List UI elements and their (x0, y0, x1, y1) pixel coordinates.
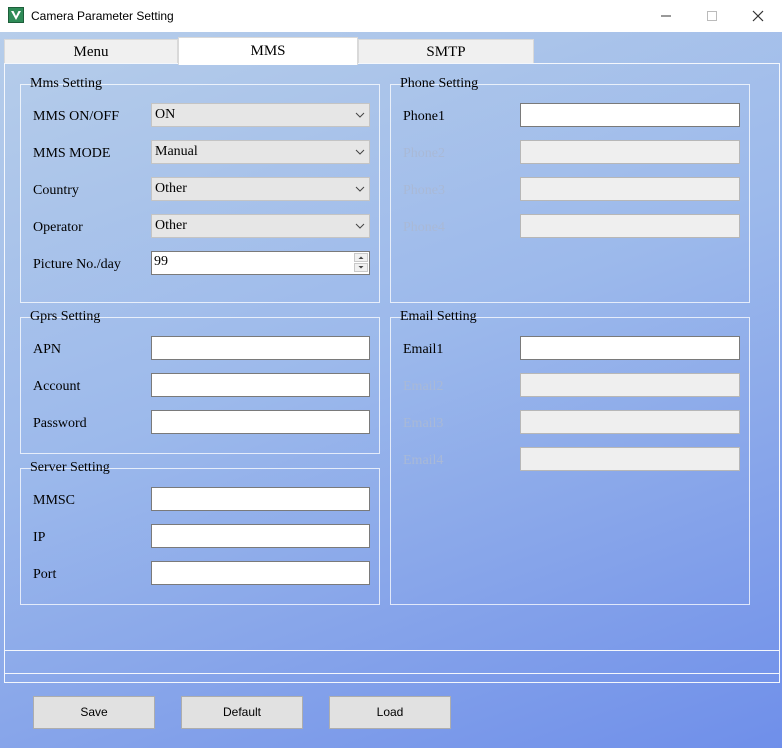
account-input[interactable] (151, 373, 370, 397)
ip-label: IP (33, 530, 46, 545)
title-bar: Camera Parameter Setting (0, 0, 782, 33)
picture-per-day-value: 99 (154, 254, 168, 269)
client-area: Menu MMS SMTP Mms Setting MMS ON/OFF ON … (0, 32, 782, 748)
operator-select[interactable]: Other (151, 214, 370, 238)
phone3-label: Phone3 (403, 183, 445, 198)
minimize-icon (661, 15, 671, 17)
minimize-button[interactable] (643, 0, 689, 32)
email-setting-group: Email Setting Email1 Email2 Email3 Email… (390, 309, 750, 605)
port-input[interactable] (151, 561, 370, 585)
email-setting-title: Email Setting (400, 309, 477, 324)
phone1-input[interactable] (520, 103, 740, 127)
maximize-button[interactable] (689, 0, 735, 32)
picture-per-day-stepper[interactable]: 99 (151, 251, 370, 275)
mms-mode-label: MMS MODE (33, 146, 111, 161)
chevron-down-icon (355, 112, 365, 118)
country-label: Country (33, 183, 79, 198)
maximize-icon (707, 11, 717, 21)
port-label: Port (33, 567, 57, 582)
mms-onoff-select[interactable]: ON (151, 103, 370, 127)
default-button[interactable]: Default (181, 696, 303, 729)
email3-input (520, 410, 740, 434)
gprs-setting-group: Gprs Setting APN Account Password (20, 309, 380, 454)
mms-setting-title: Mms Setting (30, 76, 102, 91)
apn-label: APN (33, 342, 62, 357)
status-bar (4, 650, 780, 674)
stepper-arrows (354, 253, 368, 273)
close-button[interactable] (735, 0, 781, 32)
mms-onoff-value: ON (155, 107, 176, 122)
caret-down-icon (358, 266, 364, 269)
chevron-down-icon (355, 149, 365, 155)
phone-setting-group: Phone Setting Phone1 Phone2 Phone3 Phone… (390, 76, 750, 303)
server-setting-group: Server Setting MMSC IP Port (20, 460, 380, 605)
password-label: Password (33, 416, 87, 431)
email2-label: Email2 (403, 379, 444, 394)
phone3-input (520, 177, 740, 201)
mms-mode-value: Manual (155, 144, 198, 159)
country-select[interactable]: Other (151, 177, 370, 201)
tab-menu[interactable]: Menu (4, 39, 178, 63)
close-icon (752, 10, 764, 22)
app-logo-icon (8, 7, 24, 23)
server-setting-title: Server Setting (30, 460, 110, 475)
email3-label: Email3 (403, 416, 444, 431)
gprs-setting-title: Gprs Setting (30, 309, 101, 324)
account-label: Account (33, 379, 81, 394)
ip-input[interactable] (151, 524, 370, 548)
mms-setting-group: Mms Setting MMS ON/OFF ON MMS MODE Manua… (20, 76, 380, 303)
tab-smtp[interactable]: SMTP (358, 39, 534, 63)
email1-input[interactable] (520, 336, 740, 360)
tab-strip: Menu MMS SMTP (4, 37, 781, 65)
caret-up-icon (358, 256, 364, 259)
tab-mms[interactable]: MMS (178, 37, 358, 65)
phone4-label: Phone4 (403, 220, 445, 235)
phone4-input (520, 214, 740, 238)
phone-setting-title: Phone Setting (400, 76, 479, 91)
stepper-up-button[interactable] (354, 253, 368, 262)
email1-label: Email1 (403, 342, 444, 357)
mms-onoff-label: MMS ON/OFF (33, 109, 119, 124)
mms-mode-select[interactable]: Manual (151, 140, 370, 164)
load-button[interactable]: Load (329, 696, 451, 729)
mmsc-label: MMSC (33, 493, 76, 508)
operator-label: Operator (33, 220, 83, 235)
apn-input[interactable] (151, 336, 370, 360)
password-input[interactable] (151, 410, 370, 434)
window-title: Camera Parameter Setting (31, 9, 174, 23)
stepper-down-button[interactable] (354, 263, 368, 272)
country-value: Other (155, 181, 187, 196)
phone1-label: Phone1 (403, 109, 445, 124)
phone2-label: Phone2 (403, 146, 445, 161)
operator-value: Other (155, 218, 187, 233)
chevron-down-icon (355, 223, 365, 229)
chevron-down-icon (355, 186, 365, 192)
email4-input (520, 447, 740, 471)
email4-label: Email4 (403, 453, 444, 468)
email2-input (520, 373, 740, 397)
mms-tab-page: Mms Setting MMS ON/OFF ON MMS MODE Manua… (4, 63, 780, 683)
mmsc-input[interactable] (151, 487, 370, 511)
picture-per-day-label: Picture No./day (33, 257, 121, 272)
save-button[interactable]: Save (33, 696, 155, 729)
phone2-input (520, 140, 740, 164)
